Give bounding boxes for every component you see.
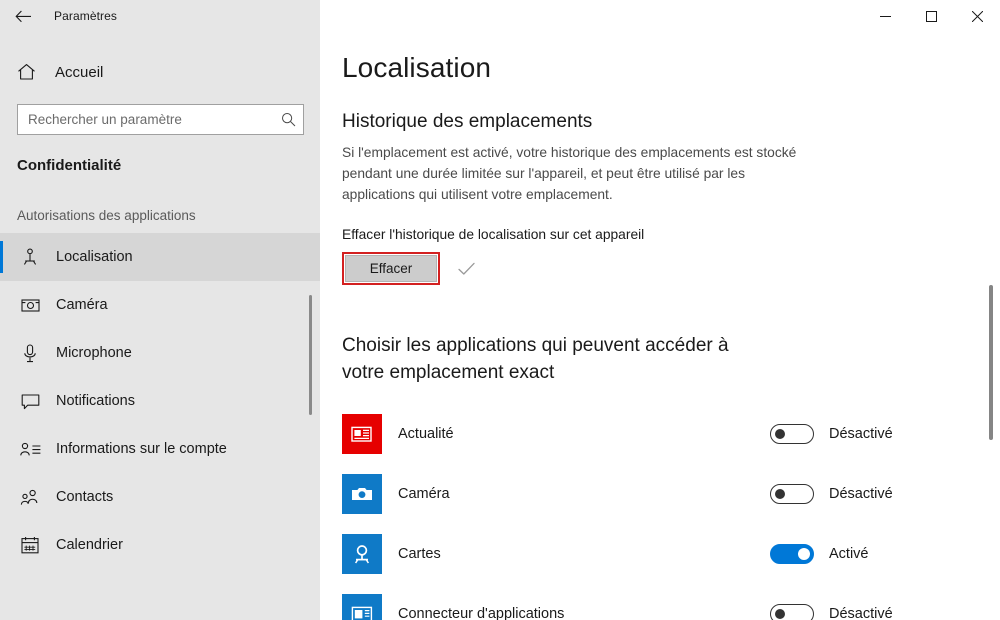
news-app-icon [342, 414, 382, 454]
home-icon [17, 63, 41, 81]
sidebar-item-camera[interactable]: Caméra [0, 281, 320, 329]
app-toggle-state: Activé [829, 546, 869, 562]
app-row-cartes: Cartes Activé [342, 524, 1000, 584]
sidebar-home-label: Accueil [55, 63, 104, 81]
window-title: Paramètres [54, 9, 118, 23]
clear-history-row: Effacer [342, 252, 1000, 285]
maximize-button[interactable] [908, 0, 954, 32]
sidebar-scrollbar-thumb[interactable] [309, 295, 312, 415]
app-toggle-state: Désactivé [829, 426, 893, 442]
notification-bubble-icon [17, 393, 43, 410]
sidebar-section-title: Confidentialité [17, 157, 122, 174]
close-button[interactable] [954, 0, 1000, 32]
minimize-button[interactable] [862, 0, 908, 32]
camera-icon [17, 297, 43, 313]
main-scrollbar[interactable] [987, 32, 995, 620]
app-toggle[interactable] [770, 424, 814, 444]
toggle-knob [775, 609, 785, 619]
sidebar-item-label: Notifications [56, 393, 135, 409]
selection-indicator [0, 241, 3, 273]
app-name: Cartes [398, 546, 441, 562]
app-toggle-group: Désactivé [770, 604, 1000, 620]
location-history-description: Si l'emplacement est activé, votre histo… [342, 145, 797, 202]
sidebar-item-notifications[interactable]: Notifications [0, 377, 320, 425]
sidebar-item-home[interactable]: Accueil [0, 52, 320, 92]
checkmark-icon [458, 262, 475, 276]
toggle-knob [798, 548, 810, 560]
sidebar-item-calendar[interactable]: Calendrier [0, 521, 320, 569]
app-connector-icon [342, 594, 382, 620]
clear-button[interactable]: Effacer [345, 255, 437, 282]
app-toggle-group: Désactivé [770, 424, 1000, 444]
sidebar-item-label: Informations sur le compte [56, 441, 227, 457]
location-person-icon [17, 248, 43, 266]
sidebar-item-label: Contacts [56, 489, 114, 505]
calendar-icon [17, 536, 43, 554]
toggle-knob [775, 489, 785, 499]
app-toggle-group: Activé [770, 544, 1000, 564]
sidebar-item-account-info[interactable]: Informations sur le compte [0, 425, 320, 473]
main-content: Localisation Historique des emplacements… [320, 32, 1000, 620]
sidebar-item-contacts[interactable]: Contacts [0, 473, 320, 521]
sidebar-item-microphone[interactable]: Microphone [0, 329, 320, 377]
sidebar-item-label: Caméra [56, 297, 108, 313]
contacts-icon [17, 489, 43, 506]
apps-section-heading: Choisir les applications qui peuvent acc… [342, 335, 729, 383]
sidebar-scrollbar[interactable] [308, 32, 314, 620]
sidebar-item-label: Microphone [56, 345, 132, 361]
apps-list: Actualité Désactivé Caméra Désactivé Car… [342, 404, 1000, 620]
app-name: Actualité [398, 426, 454, 442]
location-history-heading: Historique des emplacements [342, 111, 593, 132]
app-toggle[interactable] [770, 604, 814, 620]
search-icon[interactable] [273, 105, 303, 134]
back-button[interactable] [0, 0, 46, 32]
app-row-camera: Caméra Désactivé [342, 464, 1000, 524]
account-info-icon [17, 442, 43, 457]
window-controls [320, 0, 1000, 32]
search-box[interactable] [17, 104, 304, 135]
microphone-icon [17, 343, 43, 363]
sidebar-item-label: Calendrier [56, 537, 123, 553]
sidebar-nav-list: Localisation Caméra Microphone Notificat… [0, 233, 320, 569]
sidebar-item-label: Localisation [56, 249, 133, 265]
app-toggle-state: Désactivé [829, 486, 893, 502]
maps-app-icon [342, 534, 382, 574]
sidebar: Accueil Confidentialité Autorisations de… [0, 32, 320, 620]
title-bar: Paramètres [0, 0, 1000, 32]
app-name: Caméra [398, 486, 450, 502]
page-title: Localisation [342, 52, 492, 83]
clear-history-label: Effacer l'historique de localisation sur… [342, 227, 645, 242]
app-toggle[interactable] [770, 484, 814, 504]
app-name: Connecteur d'applications [398, 606, 565, 620]
main-scrollbar-thumb[interactable] [989, 285, 993, 440]
app-toggle-state: Désactivé [829, 606, 893, 620]
toggle-knob [775, 429, 785, 439]
title-bar-left: Paramètres [0, 0, 320, 32]
camera-app-icon [342, 474, 382, 514]
settings-window: Paramètres Accueil Rechercher un paramèt… [0, 0, 1000, 620]
app-row-actualite: Actualité Désactivé [342, 404, 1000, 464]
sidebar-item-localisation[interactable]: Localisation [0, 233, 320, 281]
app-toggle[interactable] [770, 544, 814, 564]
clear-button-highlight: Effacer [342, 252, 440, 285]
app-row-connecteur: Connecteur d'applications Désactivé [342, 584, 1000, 620]
app-toggle-group: Désactivé [770, 484, 1000, 504]
sidebar-group-header: Autorisations des applications [17, 208, 196, 223]
search-input[interactable] [18, 105, 273, 134]
